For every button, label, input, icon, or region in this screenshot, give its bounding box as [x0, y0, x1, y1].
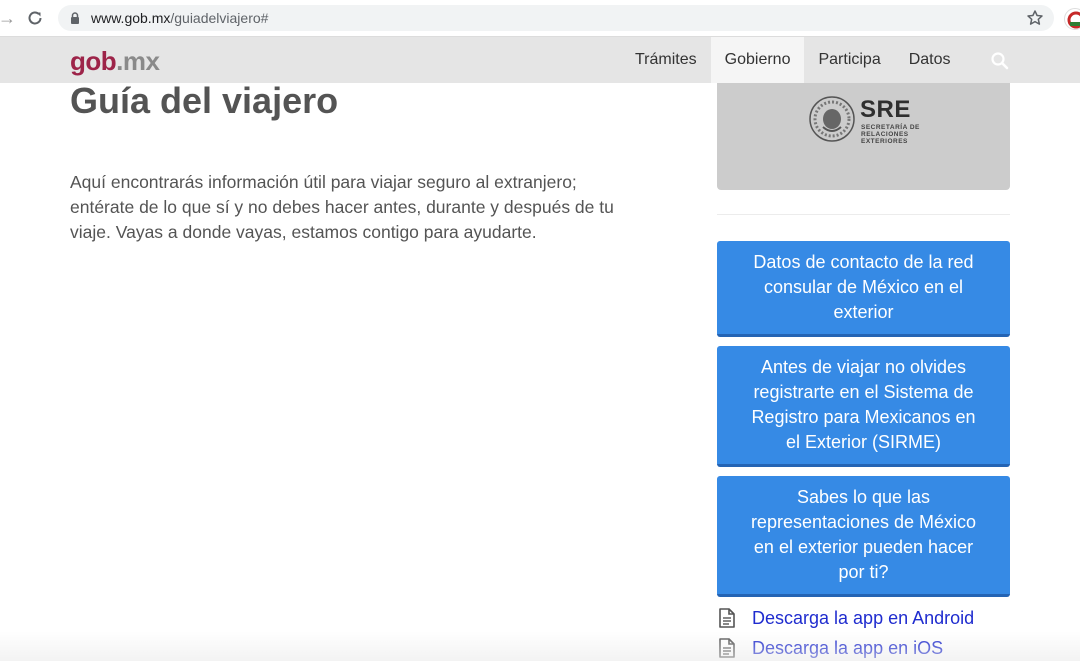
url-domain: www.gob.mx [91, 10, 171, 26]
sre-banner[interactable]: SRE SECRETARÍA DE RELACIONES EXTERIORES [717, 83, 1010, 190]
menu-item-tramites[interactable]: Trámites [621, 37, 711, 83]
sre-title: SRE [860, 96, 911, 123]
document-icon [719, 608, 735, 628]
url-text: www.gob.mx/guiadelviajero# [91, 10, 268, 26]
sre-subtitle: SECRETARÍA DE RELACIONES EXTERIORES [861, 124, 920, 145]
logo-main: gob [70, 46, 117, 76]
site-header: gob.mx Trámites Gobierno Participa Datos [0, 37, 1080, 83]
lock-icon [71, 12, 79, 24]
menu-item-datos[interactable]: Datos [895, 37, 965, 83]
menu-item-participa[interactable]: Participa [804, 37, 894, 83]
representations-info-button[interactable]: Sabes lo que las representaciones de Méx… [717, 476, 1010, 597]
extension-icon[interactable] [1064, 8, 1080, 30]
main-menu: Trámites Gobierno Participa Datos [621, 37, 965, 83]
search-icon[interactable] [990, 51, 1010, 71]
consular-contact-button[interactable]: Datos de contacto de la red consular de … [717, 241, 1010, 337]
menu-item-gobierno[interactable]: Gobierno [710, 37, 805, 83]
sirme-register-button[interactable]: Antes de viajar no olvides registrarte e… [717, 346, 1010, 467]
gob-mx-logo[interactable]: gob.mx [70, 46, 160, 77]
sidebar-divider [717, 214, 1010, 215]
browser-toolbar: → www.gob.mx/guiadelviajero# [0, 0, 1080, 37]
mexico-seal-icon [809, 96, 855, 142]
url-path: /guiadelviajero# [170, 10, 269, 26]
download-ios-label: Descarga la app en iOS [752, 637, 944, 658]
intro-text: Aquí encontrarás información útil para v… [70, 172, 614, 242]
download-android-link[interactable]: Descarga la app en Android [718, 606, 974, 630]
bookmark-star-icon[interactable] [1026, 9, 1044, 27]
address-bar[interactable]: www.gob.mx/guiadelviajero# [58, 5, 1054, 31]
logo-suffix: .mx [116, 46, 160, 76]
download-android-label: Descarga la app en Android [752, 607, 975, 628]
forward-arrow-icon[interactable]: → [0, 8, 16, 28]
document-icon [719, 638, 735, 658]
reload-icon[interactable] [26, 9, 44, 27]
download-ios-link[interactable]: Descarga la app en iOS [718, 636, 943, 660]
page-title: Guía del viajero [70, 80, 339, 121]
